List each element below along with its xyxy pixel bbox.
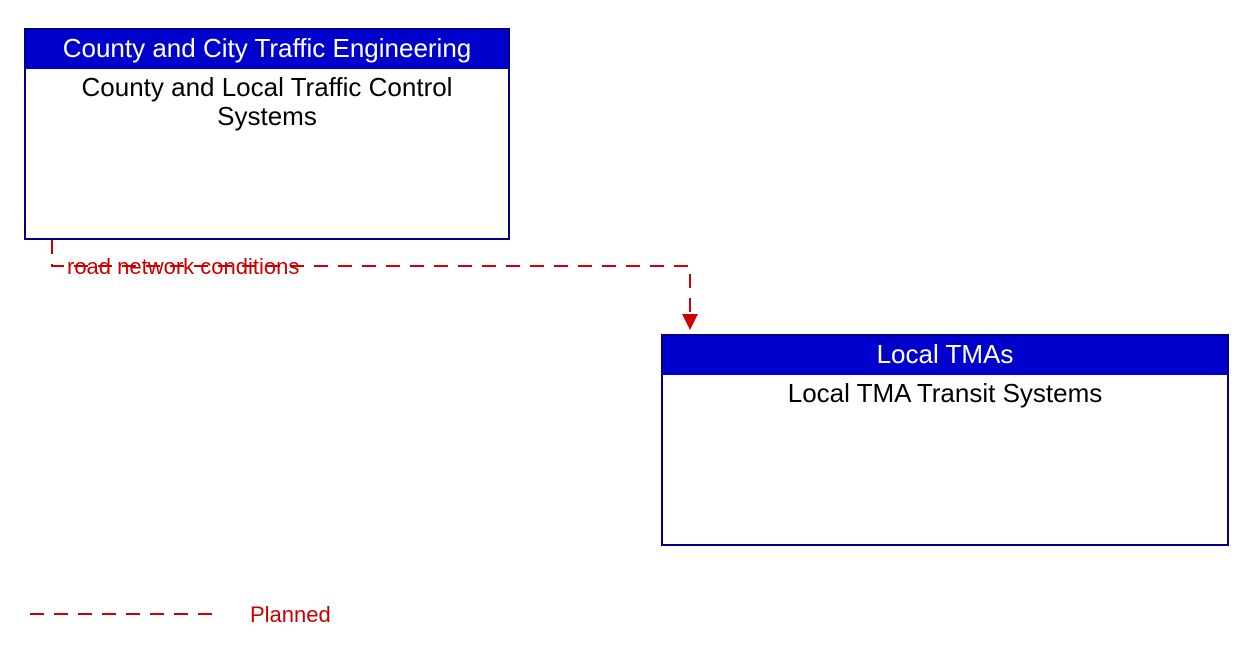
entity-header-source: County and City Traffic Engineering (26, 30, 508, 69)
entity-header-target: Local TMAs (663, 336, 1227, 375)
entity-box-source: County and City Traffic Engineering Coun… (24, 28, 510, 240)
entity-body-target: Local TMA Transit Systems (663, 375, 1227, 413)
flow-label: road network conditions (67, 254, 299, 280)
entity-body-source: County and Local Traffic Control Systems (26, 69, 508, 137)
entity-box-target: Local TMAs Local TMA Transit Systems (661, 334, 1229, 546)
flow-line (52, 240, 690, 326)
legend-label-planned: Planned (250, 602, 331, 628)
